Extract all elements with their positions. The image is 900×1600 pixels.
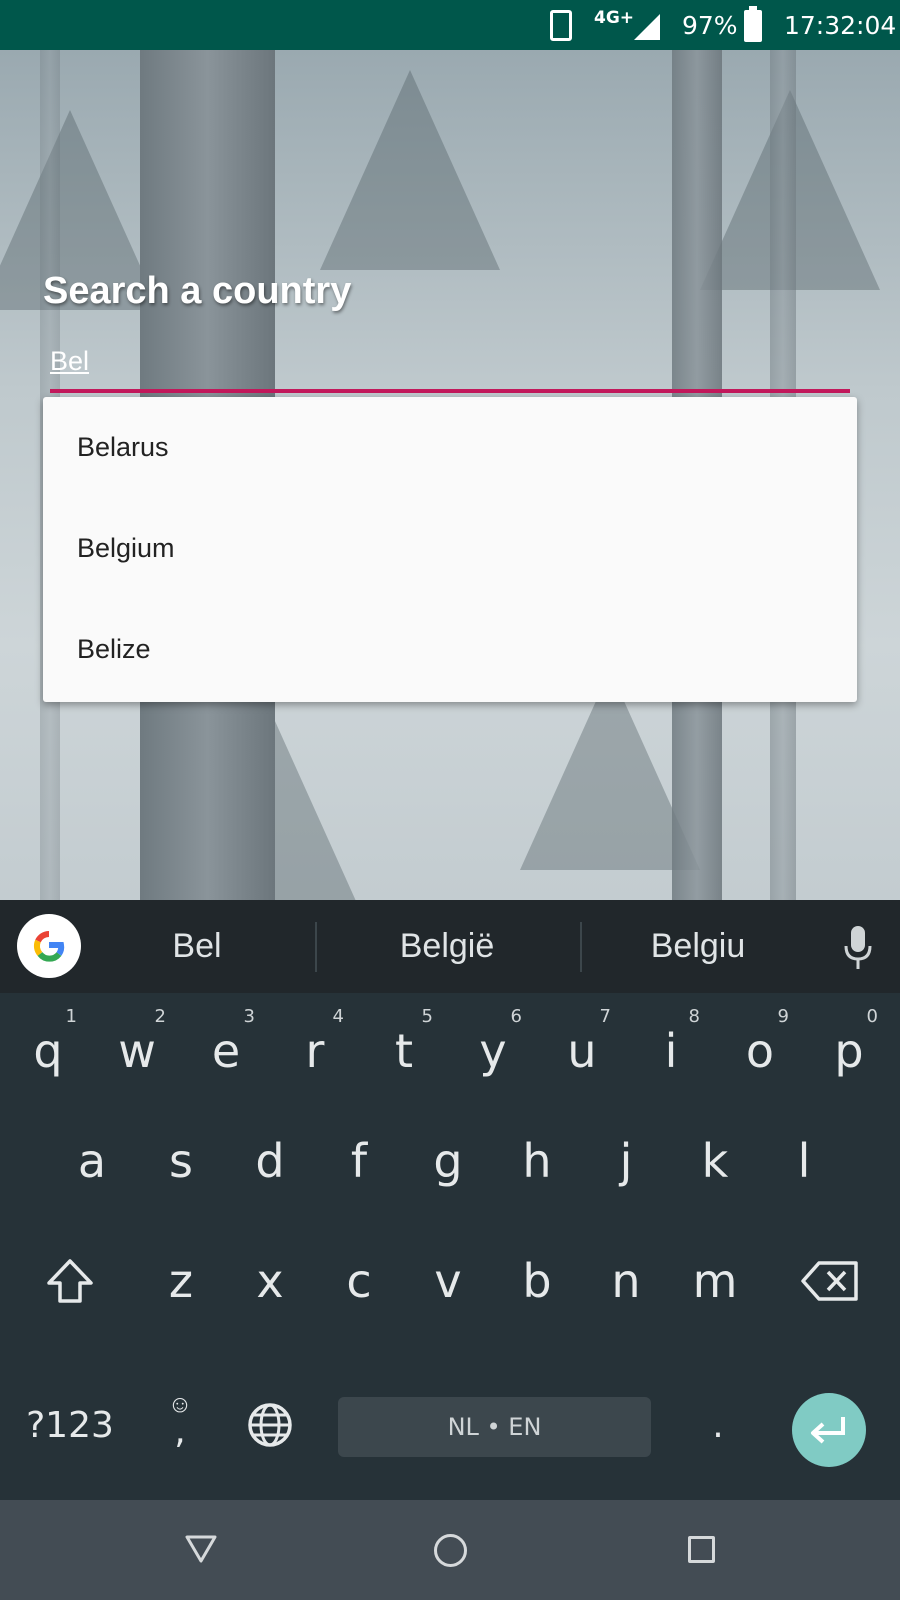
key-h[interactable]: h xyxy=(494,1106,580,1216)
key-e[interactable]: e3 xyxy=(183,996,269,1106)
search-underline xyxy=(50,389,850,393)
enter-key[interactable] xyxy=(792,1393,866,1467)
dropdown-item-belize[interactable]: Belize xyxy=(43,599,857,700)
backspace-key[interactable] xyxy=(790,1226,870,1336)
suggestion-2[interactable]: België xyxy=(337,900,557,993)
globe-icon xyxy=(248,1403,292,1447)
dropdown-item-belgium[interactable]: Belgium xyxy=(43,498,857,599)
key-v[interactable]: v xyxy=(405,1226,491,1336)
key-b[interactable]: b xyxy=(494,1226,580,1336)
space-bar[interactable]: NL • EN xyxy=(338,1397,651,1457)
key-c[interactable]: c xyxy=(316,1226,402,1336)
key-g[interactable]: g xyxy=(405,1106,491,1216)
suggestion-1[interactable]: Bel xyxy=(87,900,307,993)
key-i[interactable]: i8 xyxy=(628,996,714,1106)
key-d[interactable]: d xyxy=(227,1106,313,1216)
key-k[interactable]: k xyxy=(672,1106,758,1216)
period-key[interactable]: . xyxy=(688,1370,748,1480)
key-j[interactable]: j xyxy=(583,1106,669,1216)
network-type: 4G+ xyxy=(594,8,635,28)
google-icon[interactable] xyxy=(17,914,81,978)
clock: 17:32:04 xyxy=(784,11,897,40)
key-l[interactable]: l xyxy=(761,1106,847,1216)
suggestion-3[interactable]: Belgiu xyxy=(588,900,808,993)
key-z[interactable]: z xyxy=(138,1226,224,1336)
back-icon[interactable] xyxy=(184,1534,218,1564)
key-q[interactable]: q1 xyxy=(5,996,91,1106)
recents-icon[interactable] xyxy=(688,1536,715,1563)
mic-icon[interactable] xyxy=(843,926,873,970)
status-bar: 4G+ 97% 17:32:04 xyxy=(0,0,900,50)
key-n[interactable]: n xyxy=(583,1226,669,1336)
battery-percent: 97% xyxy=(682,11,738,40)
key-p[interactable]: p0 xyxy=(806,996,892,1106)
symbols-key[interactable]: ?123 xyxy=(22,1370,118,1480)
suggestion-bar: Bel België Belgiu xyxy=(0,900,900,993)
key-y[interactable]: y6 xyxy=(450,996,536,1106)
phone-icon xyxy=(550,10,572,41)
navigation-bar xyxy=(0,1500,900,1600)
autocomplete-dropdown: Belarus Belgium Belize xyxy=(43,397,857,702)
key-a[interactable]: a xyxy=(49,1106,135,1216)
dropdown-item-belarus[interactable]: Belarus xyxy=(43,397,857,498)
backspace-icon xyxy=(801,1261,858,1301)
keyboard: Bel België Belgiu q1 w2 e3 r4 t5 y6 u7 i… xyxy=(0,900,900,1500)
key-f[interactable]: f xyxy=(316,1106,402,1216)
key-x[interactable]: x xyxy=(227,1226,313,1336)
key-m[interactable]: m xyxy=(672,1226,758,1336)
key-s[interactable]: s xyxy=(138,1106,224,1216)
key-o[interactable]: o9 xyxy=(717,996,803,1106)
comma-emoji-key[interactable]: ☺ , xyxy=(150,1360,210,1480)
country-search-input[interactable]: Bel xyxy=(50,346,850,386)
key-r[interactable]: r4 xyxy=(272,996,358,1106)
enter-icon xyxy=(811,1417,845,1444)
shift-key[interactable] xyxy=(30,1226,110,1336)
key-u[interactable]: u7 xyxy=(539,996,625,1106)
key-t[interactable]: t5 xyxy=(361,996,447,1106)
language-key[interactable] xyxy=(240,1370,300,1480)
battery-icon xyxy=(744,6,762,42)
signal-icon xyxy=(634,14,660,40)
page-title: Search a country xyxy=(43,270,352,312)
key-w[interactable]: w2 xyxy=(94,996,180,1106)
home-icon[interactable] xyxy=(434,1534,467,1567)
shift-icon xyxy=(47,1259,93,1303)
